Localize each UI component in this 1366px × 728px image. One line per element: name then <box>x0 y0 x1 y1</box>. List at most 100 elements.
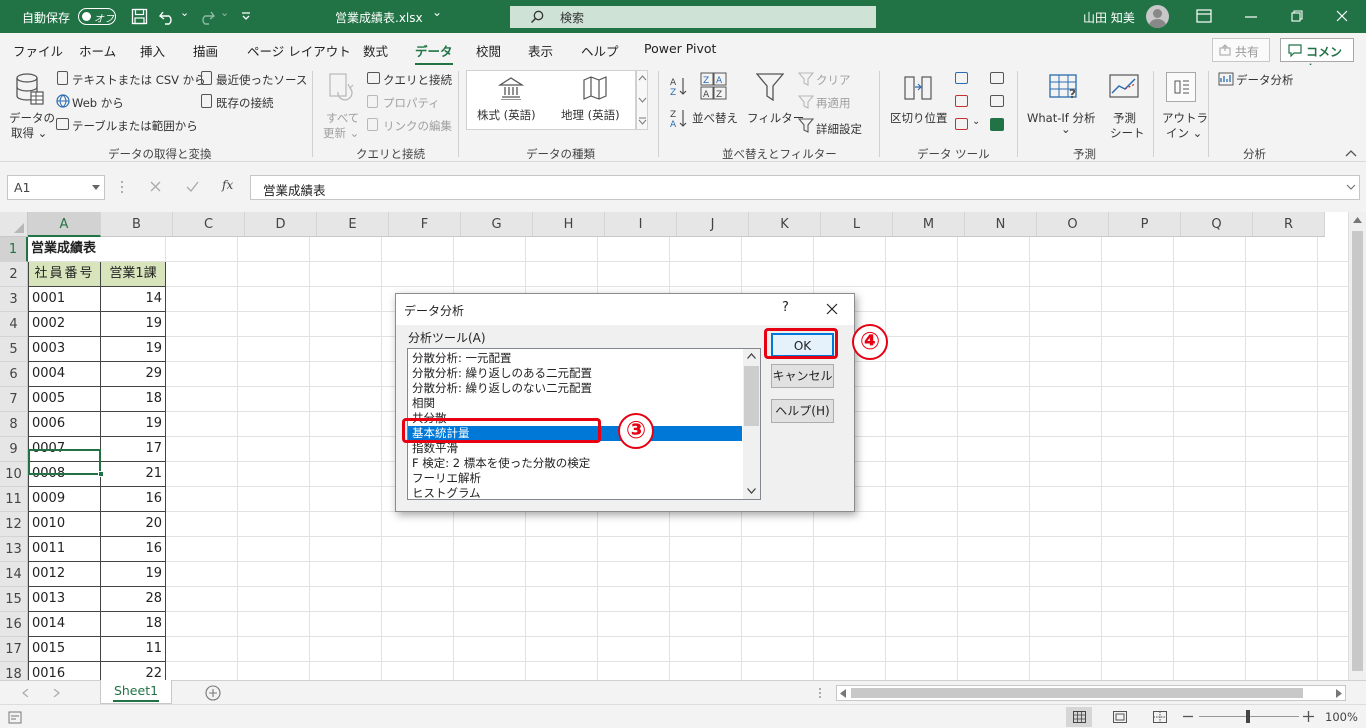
tab-home[interactable]: ホーム <box>79 41 116 60</box>
cell-b18[interactable]: 22 <box>101 662 166 680</box>
column-header-e[interactable]: E <box>317 212 389 237</box>
forecast-sheet-button[interactable]: 予測 シート <box>1105 70 1145 140</box>
help-button[interactable]: ヘルプ(H) <box>771 399 834 423</box>
analysis-tool-item[interactable]: 分散分析: 繰り返しのある二元配置 <box>412 366 742 381</box>
undo-dropdown-icon[interactable]: ⌄ <box>180 6 189 19</box>
row-header[interactable]: 4 <box>0 312 28 337</box>
zoom-out-icon[interactable] <box>1183 715 1193 718</box>
scroll-right-icon[interactable] <box>1336 689 1342 698</box>
collapse-ribbon-icon[interactable] <box>1345 149 1357 157</box>
column-header-r[interactable]: R <box>1253 212 1325 237</box>
select-all-corner[interactable] <box>0 212 28 237</box>
column-header-c[interactable]: C <box>173 212 245 237</box>
next-sheet-icon[interactable] <box>52 689 60 697</box>
data-analysis-button[interactable]: データ分析 <box>1236 72 1294 88</box>
column-header-m[interactable]: M <box>893 212 965 237</box>
search-box[interactable]: 検索 <box>510 6 876 28</box>
column-header-d[interactable]: D <box>245 212 317 237</box>
row-header[interactable]: 1 <box>0 237 28 262</box>
list-scroll-thumb[interactable] <box>744 366 759 426</box>
analysis-tool-item[interactable]: 指数平滑 <box>412 441 742 456</box>
avatar[interactable] <box>1146 5 1169 28</box>
cell-b6[interactable]: 29 <box>101 362 166 387</box>
column-header-o[interactable]: O <box>1037 212 1109 237</box>
what-if-button[interactable]: ? What-If 分析 ⌄ <box>1025 70 1105 140</box>
cell-b8[interactable]: 19 <box>101 412 166 437</box>
tab-split-grip-icon[interactable] <box>818 687 822 699</box>
cell-b13[interactable]: 16 <box>101 537 166 562</box>
analysis-tool-item[interactable]: F 検定: 2 標本を使った分散の検定 <box>412 456 742 471</box>
cell-a2[interactable]: 社員番号 <box>28 262 101 287</box>
horizontal-scrollbar[interactable] <box>836 685 1346 701</box>
cell-a18[interactable]: 0016 <box>28 662 101 680</box>
cell-a11[interactable]: 0009 <box>28 487 101 512</box>
cell-b16[interactable]: 18 <box>101 612 166 637</box>
autosave-toggle[interactable]: オフ <box>78 8 116 25</box>
sort-az-icon[interactable]: AZZA <box>670 75 688 129</box>
filter-button[interactable]: フィルター <box>745 70 804 140</box>
row-header[interactable]: 16 <box>0 612 28 637</box>
minimize-icon[interactable] <box>1245 15 1257 19</box>
row-header[interactable]: 12 <box>0 512 28 537</box>
analysis-tool-item[interactable]: 相関 <box>412 396 742 411</box>
insert-function-icon[interactable]: fx <box>222 178 233 192</box>
formula-input[interactable]: 営業成績表 <box>250 175 1360 200</box>
cell-a5[interactable]: 0003 <box>28 337 101 362</box>
scroll-up-icon[interactable] <box>1353 217 1362 223</box>
dialog-close-icon[interactable] <box>826 303 838 315</box>
text-to-columns-button[interactable]: 区切り位置 <box>887 70 949 140</box>
name-box-dropdown-icon[interactable] <box>92 185 100 191</box>
cell-a9[interactable]: 0007 <box>28 437 101 462</box>
cell-a10[interactable]: 0008 <box>28 462 101 487</box>
tab-view[interactable]: 表示 <box>528 41 553 60</box>
share-button[interactable]: 共有 <box>1212 38 1270 62</box>
cell-a12[interactable]: 0010 <box>28 512 101 537</box>
data-validation-dropdown-icon[interactable]: ⌄ <box>972 116 980 127</box>
undo-icon[interactable] <box>158 8 176 25</box>
geography-button[interactable]: 地理 (英語) <box>555 74 635 126</box>
row-header[interactable]: 15 <box>0 587 28 612</box>
dialog-title-bar[interactable]: データ分析 ? <box>396 294 854 325</box>
text-csv-button[interactable]: テキストまたは CSV から <box>72 72 206 88</box>
tab-review[interactable]: 校閲 <box>476 41 501 60</box>
tab-power-pivot[interactable]: Power Pivot <box>644 41 716 56</box>
customize-qat-icon[interactable] <box>240 10 252 22</box>
data-model-icon[interactable] <box>990 118 1004 131</box>
tab-page-layout[interactable]: ページ レイアウト <box>247 41 351 60</box>
restore-icon[interactable] <box>1291 10 1303 22</box>
cell-b12[interactable]: 20 <box>101 512 166 537</box>
cell-b3[interactable]: 14 <box>101 287 166 312</box>
expand-formula-bar-icon[interactable] <box>1346 184 1356 191</box>
sort-button[interactable]: ZAAZ 並べ替え <box>692 70 738 140</box>
zoom-level[interactable]: 100% <box>1325 710 1358 724</box>
consolidate-icon[interactable] <box>990 72 1004 84</box>
row-header[interactable]: 6 <box>0 362 28 387</box>
tab-formulas[interactable]: 数式 <box>363 41 388 60</box>
column-header-a[interactable]: A <box>28 212 101 237</box>
flash-fill-icon[interactable] <box>955 72 968 84</box>
zoom-in-icon[interactable] <box>1303 711 1314 722</box>
cell-a16[interactable]: 0014 <box>28 612 101 637</box>
column-header-q[interactable]: Q <box>1181 212 1253 237</box>
outline-button[interactable]: アウトラ イン ⌄ <box>1160 70 1208 140</box>
list-scroll-up-icon[interactable] <box>747 353 756 359</box>
row-header[interactable]: 10 <box>0 462 28 487</box>
page-break-view-icon[interactable] <box>1153 711 1167 723</box>
tab-insert[interactable]: 挿入 <box>140 41 165 60</box>
gallery-scroll[interactable] <box>636 70 648 130</box>
remove-duplicates-icon[interactable] <box>955 95 968 107</box>
prev-sheet-icon[interactable] <box>22 689 30 697</box>
page-layout-view-icon[interactable] <box>1113 711 1127 723</box>
column-header-n[interactable]: N <box>965 212 1037 237</box>
cell-a15[interactable]: 0013 <box>28 587 101 612</box>
row-header[interactable]: 17 <box>0 637 28 662</box>
advanced-button[interactable]: 詳細設定 <box>816 121 862 137</box>
row-header[interactable]: 3 <box>0 287 28 312</box>
row-header[interactable]: 9 <box>0 437 28 462</box>
cell-b4[interactable]: 19 <box>101 312 166 337</box>
analysis-tool-item[interactable]: 分散分析: 繰り返しのない二元配置 <box>412 381 742 396</box>
column-header-k[interactable]: K <box>749 212 821 237</box>
cell-b10[interactable]: 21 <box>101 462 166 487</box>
column-header-l[interactable]: L <box>821 212 893 237</box>
analysis-tool-item[interactable]: フーリエ解析 <box>412 471 742 486</box>
